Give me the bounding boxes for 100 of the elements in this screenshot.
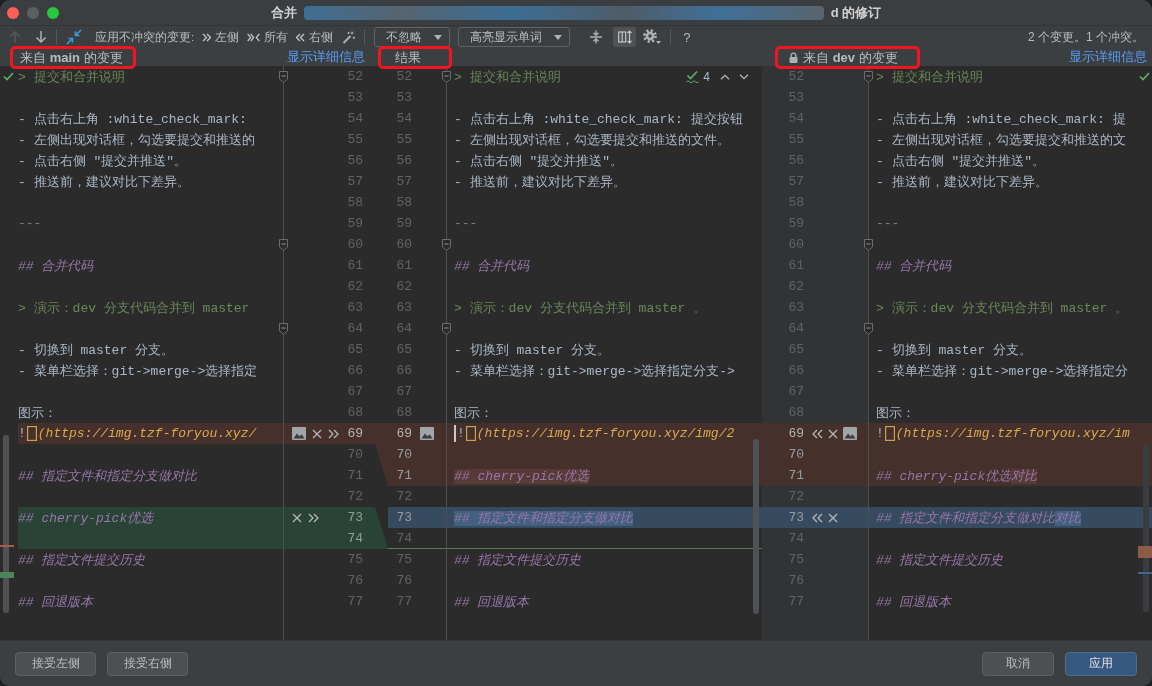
sync-scroll-toggle[interactable] [613,27,637,47]
window-title: d 的修订 [830,3,882,22]
close-icon[interactable] [7,6,19,19]
scrollbar-thumb[interactable] [1143,444,1149,612]
help-button[interactable]: ? [679,29,695,45]
line-number: 56 [347,153,364,168]
heading-text: ## 指定文件提交历史 [454,551,582,569]
code-text: - 左侧出现对话框，勾选要提交和推送的 [18,131,255,149]
cross-icon[interactable] [828,512,838,523]
arrow-down-icon[interactable] [35,30,47,44]
line-number: 77 [347,594,364,609]
line-number: 69 [788,426,804,441]
dialog-button[interactable]: 取消 [982,651,1054,676]
cross-icon[interactable] [292,512,302,523]
quote-text: > 提交和合并说明 [454,68,561,86]
fold-marker-icon[interactable] [864,239,873,251]
fold-marker-icon[interactable] [442,239,451,251]
pane-title: 来自 main 的变更 [20,49,123,65]
details-link[interactable]: 显示详细信息 [1069,48,1147,66]
line-number: 62 [396,279,412,294]
line-number: 63 [347,300,364,315]
line-number: 53 [347,90,364,105]
cross-icon[interactable] [312,428,322,439]
code-text: - 点击右上角 :white_check_mark: 提交按钮 [454,110,743,128]
magic-wand-icon[interactable] [342,30,356,44]
fold-placeholder-icon[interactable] [26,426,37,441]
fold-marker-icon[interactable] [279,323,288,335]
dialog-button[interactable]: 接受左侧 [15,651,96,676]
fold-marker-icon[interactable] [442,323,451,335]
line-number: 56 [396,153,412,168]
cross-icon[interactable] [828,428,838,439]
chevrons-inward-icon [247,32,261,42]
line-number: 59 [347,216,364,231]
fold-marker-icon[interactable] [279,239,288,251]
line-number: 66 [347,363,364,378]
line-number: 64 [347,321,364,336]
image-icon[interactable] [292,427,306,440]
toolbar-label: 应用不冲突的变更: [95,29,195,45]
line-number: 72 [347,489,364,504]
heading-text: ## cherry-pick优选 [454,467,590,485]
double-chevron-left-icon[interactable] [812,428,823,439]
primary-button[interactable]: 应用 [1065,651,1137,676]
double-chevron-right-icon[interactable] [328,428,339,439]
converging-arrows-icon[interactable] [66,29,82,45]
link-text: (https://img.tzf-foryou.xyz/img/2 [476,426,735,441]
fold-placeholder-icon[interactable] [465,426,476,441]
caret-icon [434,34,443,40]
fold-marker-icon[interactable] [442,71,451,83]
line-number: 65 [396,342,412,357]
settings-icon[interactable] [643,29,662,45]
heading-text: ## cherry-pick优选 [18,509,154,527]
apply-left-button[interactable]: 左侧 [202,29,240,45]
double-chevron-right-icon[interactable] [308,512,319,523]
line-number: 73 [396,510,412,525]
details-link[interactable]: 显示详细信息 [287,48,365,66]
chevron-down-icon[interactable] [739,73,749,80]
scrollbar-thumb[interactable] [753,439,759,614]
code-text: ! [457,426,465,441]
image-icon[interactable] [420,427,434,440]
code-text: - 点击右上角 :white_check_mark: [18,110,247,128]
change-stripe-mark [1138,546,1152,558]
fold-marker-icon[interactable] [279,71,288,83]
line-number: 55 [396,132,412,147]
line-number: 58 [396,195,412,210]
line-number: 62 [347,279,364,294]
code-text: - 点击右上角 :white_check_mark: 提 [876,110,1126,128]
chevron-up-icon[interactable] [720,73,730,80]
caret-icon [554,34,563,40]
maximize-icon[interactable] [47,6,59,19]
fold-placeholder-icon[interactable] [884,426,895,441]
line-number: 69 [347,426,364,441]
line-number: 76 [396,573,412,588]
dropdown[interactable]: 不忽略 [374,27,451,47]
code-text: - 推送前，建议对比下差异。 [876,173,1048,191]
scrollbar-thumb[interactable] [3,435,9,613]
code-text: 图示： [454,404,493,422]
line-number: 52 [347,69,364,84]
heading-text: ## 指定文件和指定分支做对比 [454,509,634,527]
code-text: - 推送前，建议对比下差异。 [18,173,190,191]
line-number: 76 [347,573,364,588]
code-text: - 切换到 master 分支。 [454,341,610,359]
heading-text: ## 指定文件和指定分支做对比对比 [876,509,1082,527]
fold-marker-icon[interactable] [864,71,873,83]
fold-marker-icon[interactable] [864,323,873,335]
dialog-button[interactable]: 接受右侧 [107,651,188,676]
code-text: 图示： [876,404,915,422]
line-number: 68 [347,405,364,420]
line-number: 64 [396,321,412,336]
code-text: - 点击右侧 "提交并推送"。 [454,152,623,170]
apply-right-button[interactable]: 右侧 [296,29,334,45]
line-number: 69 [396,426,412,441]
dropdown[interactable]: 高亮显示单词 [458,27,571,47]
change-stripe-mark [1138,572,1152,574]
check-squiggle-icon[interactable] [686,70,700,83]
line-number: 57 [396,174,412,189]
heading-text: ## 指定文件提交历史 [18,551,146,569]
heading-text: ## 合并代码 [454,257,530,275]
double-chevron-left-icon[interactable] [812,512,823,523]
apply-all-button[interactable]: 所有 [247,29,289,45]
image-icon[interactable] [843,427,857,440]
